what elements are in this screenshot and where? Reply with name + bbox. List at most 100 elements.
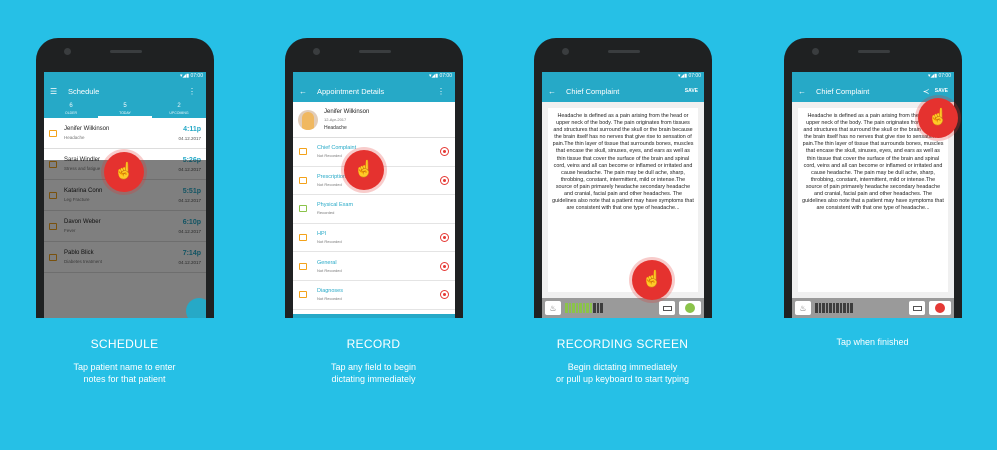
status-time: 07:00 [190, 73, 203, 79]
appointment-time: 4:11p [183, 125, 201, 133]
field-general[interactable]: General Not Recorded [293, 252, 455, 281]
caption-text: Begin dictating immediately or pull up k… [498, 361, 747, 385]
record-icon[interactable] [440, 175, 449, 185]
caption-text: Tap patient name to enter notes for that… [0, 361, 249, 385]
dragon-logo-icon[interactable]: ♨ [545, 301, 561, 315]
dictation-toolbar: ♨ [792, 298, 954, 318]
speaker-grille [359, 50, 391, 53]
panel-recording: ▾◢▮ 07:00 ← Chief Complaint SAVE Headach… [498, 0, 747, 450]
back-arrow-icon[interactable]: ← [299, 87, 311, 96]
calendar-icon [49, 129, 57, 137]
tab-count: 5 [123, 103, 127, 109]
more-vert-icon[interactable]: ⋮ [437, 87, 449, 96]
dictation-toolbar: ♨ [542, 298, 704, 318]
patient-header: Jenifer Wilkinson 12-Apr-2017 Headache [293, 102, 455, 138]
patient-condition: Headache [324, 124, 347, 131]
appointment-date: 04.12.2017 [178, 135, 201, 141]
document-icon [299, 262, 307, 270]
app-bar: ☰ Schedule ⋮ [44, 80, 206, 102]
patient-name[interactable]: Jenifer Wilkinson [64, 126, 178, 132]
field-label: HPI [317, 231, 327, 238]
app-bar-title: Appointment Details [317, 86, 385, 96]
bottom-bar [293, 314, 455, 318]
app-bar-title: Schedule [68, 86, 100, 96]
record-icon[interactable] [440, 261, 449, 271]
tap-hand-icon: ☝ [104, 152, 144, 192]
menu-icon[interactable]: ☰ [50, 87, 62, 96]
appointment-date: 12-Apr-2017 [324, 116, 347, 122]
caption-line: or pull up keyboard to start typing [555, 374, 690, 384]
document-icon [299, 291, 307, 299]
app-bar-title: Chief Complaint [816, 86, 870, 96]
status-bar: ▾◢▮ 07:00 [293, 72, 455, 80]
tab-label: TODAY [119, 111, 131, 115]
status-time: 07:00 [938, 73, 951, 79]
speaker-grille [858, 50, 890, 53]
app-bar: ← Chief Complaint SAVE [542, 80, 704, 102]
tab-today[interactable]: 5 TODAY [98, 102, 152, 118]
microphone-button[interactable] [679, 301, 701, 315]
caption-line: notes for that patient [83, 374, 166, 384]
status-bar: ▾◢▮ 07:00 [542, 72, 704, 80]
caption-title: RECORDING SCREEN [556, 337, 689, 351]
caption-line: Tap when finished [836, 337, 909, 347]
camera-dot [562, 48, 569, 55]
more-vert-icon[interactable]: ⋮ [188, 87, 200, 96]
tab-upcoming[interactable]: 2 UPCOMING [152, 102, 206, 118]
camera-dot [812, 48, 819, 55]
caption-line: dictating immediately [331, 374, 416, 384]
swipe-up-hand-icon: ☝ [632, 260, 672, 300]
record-icon[interactable] [440, 290, 449, 300]
tap-hand-icon: ☝ [344, 150, 384, 190]
camera-dot [313, 48, 320, 55]
document-icon [299, 234, 307, 242]
audio-level-meter [565, 303, 604, 313]
caption-title: SCHEDULE [90, 337, 159, 351]
tap-hand-icon: ☝ [918, 98, 958, 138]
add-fab-button[interactable] [186, 298, 206, 318]
field-label: General [317, 259, 337, 266]
phone-screen: ▾◢▮ 07:00 ← Chief Complaint SAVE Headach… [542, 72, 704, 318]
caption-line: Tap patient name to enter [73, 362, 176, 372]
caption-text: Tap any field to begin dictating immedia… [249, 361, 498, 385]
back-arrow-icon[interactable]: ← [798, 87, 810, 96]
field-diagnoses[interactable]: Diagnoses Not Recorded [293, 281, 455, 310]
status-time: 07:00 [439, 73, 452, 79]
patient-row[interactable]: Jenifer Wilkinson Headache 4:11p 04.12.201… [44, 118, 206, 149]
panel-record: ▾◢▮ 07:00 ← Appointment Details ⋮ Jenife… [249, 0, 498, 450]
field-physical-exam[interactable]: Physical Exam Recorded [293, 195, 455, 224]
keyboard-icon[interactable] [909, 301, 925, 315]
schedule-tabs: 6 OLDER 5 TODAY 2 UPCOMING [44, 102, 206, 118]
tab-count: 2 [177, 103, 181, 109]
speaker-grille [110, 50, 142, 53]
record-icon[interactable] [440, 233, 449, 243]
tab-older[interactable]: 6 OLDER [44, 102, 98, 118]
caption-title: RECORD [346, 337, 401, 351]
field-status: Not Recorded [317, 267, 342, 273]
keyboard-icon[interactable] [659, 301, 675, 315]
note-text[interactable]: Headache is defined as a pain arising fr… [548, 108, 698, 292]
dragon-logo-icon[interactable]: ♨ [795, 301, 811, 315]
note-text[interactable]: Headache is defined as a pain arising fr… [798, 108, 948, 292]
audio-level-meter [815, 303, 854, 313]
field-status: Not Recorded [317, 296, 342, 302]
share-icon[interactable]: ≺ [923, 87, 935, 96]
record-icon[interactable] [440, 147, 449, 157]
field-label: Diagnoses [317, 288, 343, 295]
camera-dot [64, 48, 71, 55]
microphone-button[interactable] [929, 301, 951, 315]
document-icon [299, 148, 307, 156]
caption-text: Tap when finished [748, 336, 997, 348]
back-arrow-icon[interactable]: ← [548, 87, 560, 96]
field-hpi[interactable]: HPI Not Recorded [293, 224, 455, 253]
patient-condition: Headache [64, 135, 85, 140]
app-bar: ← Appointment Details ⋮ [293, 80, 455, 102]
save-button[interactable]: SAVE [685, 88, 698, 94]
status-bar: ▾◢▮ 07:00 [44, 72, 206, 80]
panel-schedule: ▾◢▮ 07:00 ☰ Schedule ⋮ 6 OLDER 5 TODAY 2 UP… [0, 0, 249, 450]
tab-label: OLDER [64, 111, 78, 115]
microphone-icon [685, 303, 695, 313]
panel-finish: ▾◢▮ 07:00 ← Chief Complaint ≺ SAVE Heada… [748, 0, 997, 450]
save-button[interactable]: SAVE [935, 88, 948, 94]
app-bar-title: Chief Complaint [566, 86, 620, 96]
